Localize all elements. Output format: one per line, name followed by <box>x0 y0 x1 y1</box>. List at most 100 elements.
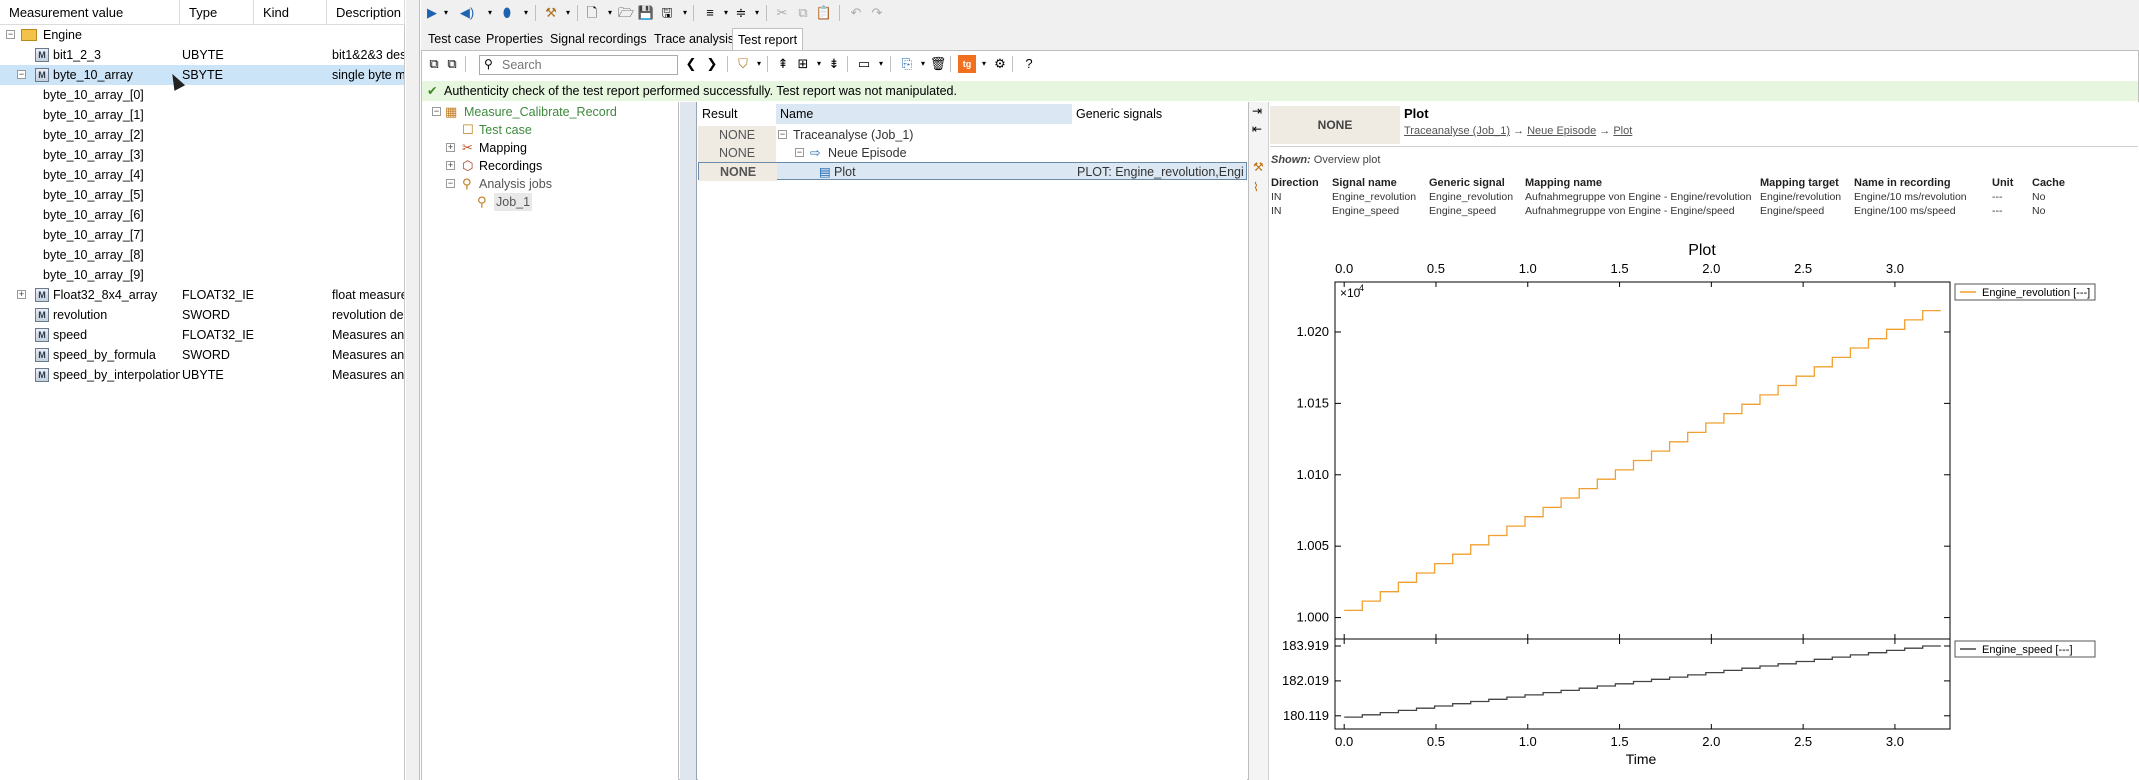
measurement-row[interactable]: − Mbyte_10_array SBYTE single byte m <box>0 65 404 85</box>
tab-properties[interactable]: Properties <box>481 28 548 50</box>
speed-panel: 180.119 182.019 183.919 Engine_speed [---] 0… <box>1282 638 2096 749</box>
measurement-row[interactable]: − Engine <box>0 25 404 45</box>
collapse-all-icon[interactable]: ⇟ <box>825 55 843 73</box>
copy-icon[interactable]: ⧉ <box>794 4 812 22</box>
redo-icon[interactable]: ↷ <box>868 4 886 22</box>
search-field[interactable]: ⚲ <box>479 55 678 75</box>
collapse-icon[interactable]: − <box>778 130 787 139</box>
breadcrumb-link-plot[interactable]: Plot <box>1613 125 1632 137</box>
measurement-row[interactable]: Mspeed FLOAT32_IE... Measures and <box>0 325 404 345</box>
measurement-name: byte_10_array_[1] <box>43 108 144 122</box>
paste-icon[interactable]: 📋 <box>815 4 833 22</box>
measurement-row[interactable]: byte_10_array_[3] <box>0 145 404 165</box>
signal-table-cell: --- <box>1992 191 2003 203</box>
collapse-right-icon[interactable]: ⇥ <box>1252 104 1262 118</box>
column-header-description[interactable]: Description <box>327 0 405 25</box>
chevron-down-icon[interactable]: ▾ <box>559 4 577 22</box>
measurement-row[interactable]: Mspeed_by_interpolation UBYTE Measures and <box>0 365 404 385</box>
measurement-row[interactable]: byte_10_array_[4] <box>0 165 404 185</box>
result-row[interactable]: NONE ▤ Plot PLOT: Engine_revolution,Engi <box>698 162 1247 181</box>
x-tick-label: 1.5 <box>1611 734 1629 749</box>
save-icon[interactable]: 💾 <box>637 4 655 22</box>
undo-icon[interactable]: ↶ <box>847 4 865 22</box>
measurement-row[interactable]: Mspeed_by_formula SWORD Measures and <box>0 345 404 365</box>
measurement-row[interactable]: byte_10_array_[6] <box>0 205 404 225</box>
tree-node-test-case[interactable]: ☐ Test case <box>422 121 678 139</box>
report-settings-icon[interactable]: ⚙ <box>991 55 1009 73</box>
x-tick-label: 0.0 <box>1335 261 1353 276</box>
collapse-icon[interactable]: − <box>17 70 26 79</box>
measurement-name: speed <box>53 328 88 342</box>
tree-node-job-1[interactable]: ⚲ Job_1 <box>422 193 678 211</box>
measurement-row[interactable]: Mrevolution SWORD revolution des <box>0 305 404 325</box>
measurement-row[interactable]: byte_10_array_[5] <box>0 185 404 205</box>
chevron-down-icon[interactable]: ▾ <box>517 4 535 22</box>
panel-splitter[interactable] <box>406 0 420 780</box>
tools-icon[interactable]: ⚒ <box>542 4 560 22</box>
column-header-measurement-value[interactable]: Measurement value <box>0 0 180 25</box>
measurement-row[interactable]: byte_10_array_[8] <box>0 245 404 265</box>
chevron-down-icon[interactable]: ▾ <box>481 4 499 22</box>
chart-icon[interactable]: ⌇ <box>1253 180 1259 194</box>
x-tick-label: 0.5 <box>1427 261 1445 276</box>
measurement-row[interactable]: Mbit1_2_3 UBYTE bit1&2&3 des <box>0 45 404 65</box>
measurement-description: single byte m <box>332 68 404 82</box>
chevron-down-icon[interactable]: ▾ <box>676 4 694 22</box>
delete-icon[interactable]: 🗑 <box>929 55 947 73</box>
record-icon[interactable]: ⬮ <box>498 4 516 22</box>
breadcrumb-link-episode[interactable]: Neue Episode <box>1527 125 1596 137</box>
open-folder-icon[interactable]: 🗁 <box>617 4 635 22</box>
help-icon[interactable]: ? <box>1020 55 1038 73</box>
paste-report-icon[interactable]: ⧉ <box>443 55 461 73</box>
copy-report-icon[interactable]: ⧉ <box>425 55 443 73</box>
tree-node-mapping[interactable]: + ✂ Mapping <box>422 139 678 157</box>
column-header-kind[interactable]: Kind <box>254 0 327 25</box>
column-header-result[interactable]: Result <box>698 104 776 124</box>
tab-signal-recordings[interactable]: Signal recordings <box>545 28 652 50</box>
save-all-icon[interactable]: 🖫 <box>658 4 676 22</box>
measurement-row[interactable]: + M Float32_8x4_array FLOAT32_IE... float me… <box>0 285 404 305</box>
result-row[interactable]: NONE − Traceanalyse (Job_1) <box>698 126 1247 144</box>
tree-node-analysis-jobs[interactable]: − ⚲ Analysis jobs <box>422 175 678 193</box>
collapse-icon[interactable]: − <box>795 148 804 157</box>
tree-node-recordings[interactable]: + ⬡ Recordings <box>422 157 678 175</box>
breadcrumb-link-traceanalyse[interactable]: Traceanalyse (Job_1) <box>1404 125 1510 137</box>
chevron-down-icon[interactable]: ▾ <box>750 55 768 73</box>
expand-icon[interactable]: + <box>17 290 26 299</box>
measurement-row[interactable]: byte_10_array_[9] <box>0 265 404 285</box>
chevron-right-icon[interactable]: ❯ <box>703 55 721 73</box>
measurement-row[interactable]: byte_10_array_[0] <box>0 85 404 105</box>
step-icon[interactable]: ◀) <box>458 4 476 22</box>
measurement-row[interactable]: byte_10_array_[2] <box>0 125 404 145</box>
collapse-icon[interactable]: − <box>432 107 441 116</box>
collapse-left-icon[interactable]: ⇤ <box>1252 122 1262 136</box>
tab-test-report[interactable]: Test report <box>732 28 804 50</box>
chevron-left-icon[interactable]: ❮ <box>682 55 700 73</box>
result-row[interactable]: NONE − ⇨ Neue Episode <box>698 144 1247 162</box>
tab-test-case[interactable]: Test case <box>423 28 486 50</box>
chevron-down-icon[interactable]: ▾ <box>872 55 890 73</box>
measurement-row[interactable]: byte_10_array_[7] <box>0 225 404 245</box>
new-file-icon[interactable]: 🗋 <box>583 4 601 22</box>
expand-all-icon[interactable]: ⇞ <box>774 55 792 73</box>
tg-icon[interactable]: tg <box>958 55 976 73</box>
column-header-type[interactable]: Type <box>180 0 254 25</box>
tree-node-root[interactable]: − ▦ Measure_Calibrate_Record <box>422 103 678 121</box>
expand-icon[interactable]: + <box>446 161 455 170</box>
tab-trace-analysis[interactable]: Trace analysis <box>649 28 739 50</box>
chevron-down-icon[interactable]: ▾ <box>437 4 455 22</box>
measurement-row[interactable]: byte_10_array_[1] <box>0 105 404 125</box>
wrench-icon[interactable]: ⚒ <box>1253 160 1264 174</box>
layout-icon[interactable]: ▭ <box>855 55 873 73</box>
tree-gutter[interactable] <box>680 102 697 780</box>
cut-icon[interactable]: ✂ <box>773 4 791 22</box>
chevron-down-icon[interactable]: ▾ <box>748 4 766 22</box>
x-tick-label: 2.0 <box>1702 261 1720 276</box>
legend-label: Engine_revolution [---] <box>1982 287 2090 299</box>
collapse-icon[interactable]: − <box>6 30 15 39</box>
column-header-name[interactable]: Name <box>776 104 1072 124</box>
collapse-icon[interactable]: − <box>446 179 455 188</box>
expand-icon[interactable]: + <box>446 143 455 152</box>
column-header-generic-signals[interactable]: Generic signals <box>1072 104 1247 124</box>
search-input[interactable] <box>502 57 674 73</box>
